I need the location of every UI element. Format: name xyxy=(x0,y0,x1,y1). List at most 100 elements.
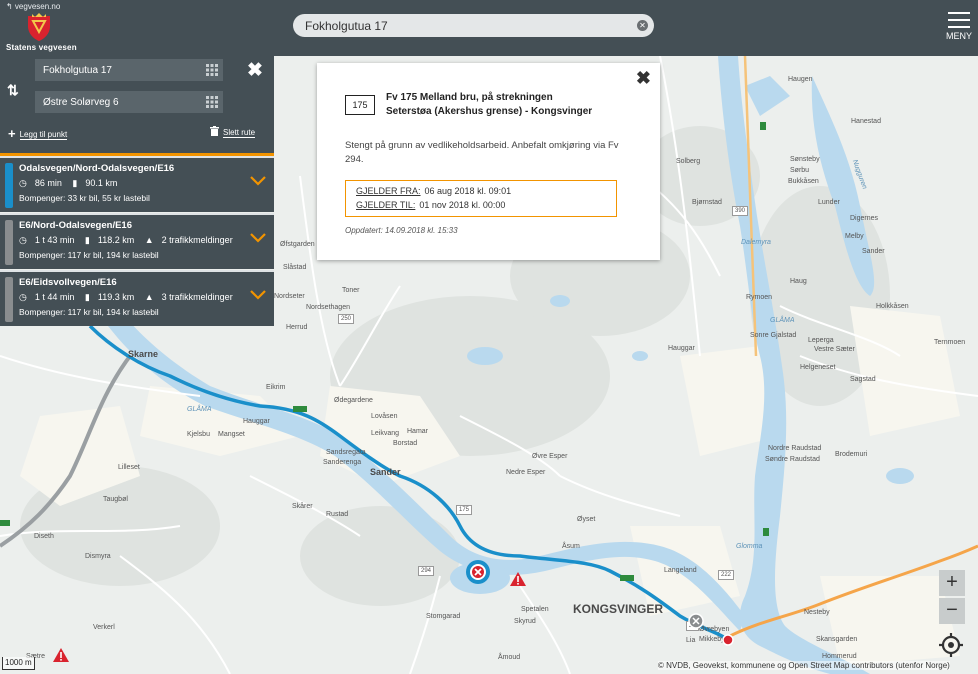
place-label: Slåstad xyxy=(283,264,307,271)
destination-marker-icon[interactable] xyxy=(722,634,734,646)
menu-icon-bar xyxy=(948,19,970,21)
place-label: Taugbøl xyxy=(103,496,128,503)
place-label: Øvre Esper xyxy=(532,453,568,460)
from-input[interactable] xyxy=(43,62,193,78)
map-icon: ▮ xyxy=(84,292,90,302)
menu-icon-bar xyxy=(948,26,970,28)
delete-route-label: Slett rute xyxy=(223,128,256,138)
to-input[interactable] xyxy=(43,94,193,110)
place-label: Sonre Gjalstad xyxy=(750,332,797,339)
place-label: Nordsethagen xyxy=(306,304,350,311)
from-field[interactable] xyxy=(35,59,223,81)
valid-from-label: GJELDER FRA: xyxy=(356,186,421,196)
vegvesen-link[interactable]: ↰ vegvesen.no xyxy=(6,2,60,11)
route-planner-panel: ⇅ ✖ +Legg til punkt Slett rute Odalsvege… xyxy=(0,56,274,326)
warning-icon[interactable] xyxy=(52,647,70,663)
place-label: Leperga xyxy=(808,337,834,344)
route-toll: Bompenger: 33 kr bil, 55 kr lastebil xyxy=(19,193,150,203)
clock-icon: ◷ xyxy=(19,292,27,302)
grid-icon[interactable] xyxy=(206,96,218,108)
place-label: Lilleset xyxy=(118,464,140,471)
place-label: Digernes xyxy=(850,215,879,222)
chevron-down-icon[interactable] xyxy=(250,290,266,300)
delete-route-button[interactable]: Slett rute xyxy=(210,126,256,138)
chevron-down-icon[interactable] xyxy=(250,176,266,186)
road-number-badge: 175 xyxy=(345,95,375,115)
place-label: Langeland xyxy=(664,567,697,574)
water-label: Glomma xyxy=(736,543,763,550)
route-option[interactable]: Odalsvegen/Nord-Odalsvegen/E16 ◷ 86 min ▮… xyxy=(0,156,274,212)
menu-button[interactable]: MENY xyxy=(944,10,976,44)
add-point-button[interactable]: + Legg til punkt xyxy=(8,126,68,141)
place-label: Stomgarad xyxy=(426,613,461,620)
valid-from-row: GJELDER FRA: 06 aug 2018 kl. 09:01 xyxy=(356,186,511,196)
place-label: Hamar xyxy=(407,428,429,435)
place-label: Helgeneset xyxy=(800,364,836,371)
place-label: Åmoud xyxy=(498,654,521,661)
place-label: Borstad xyxy=(393,440,418,447)
route-inputs: ⇅ ✖ +Legg til punkt Slett rute xyxy=(0,56,274,154)
valid-to-value: 01 nov 2018 kl. 00:00 xyxy=(419,200,506,210)
clock-icon: ◷ xyxy=(19,178,27,188)
chevron-down-icon[interactable] xyxy=(250,233,266,243)
route-name: E6/Nord-Odalsvegen/E16 xyxy=(19,220,132,231)
place-label: Hauggar xyxy=(243,418,270,425)
place-label: Sander xyxy=(862,248,885,255)
place-label: Spetalen xyxy=(521,606,549,613)
add-point-label: Legg til punkt xyxy=(19,130,68,140)
popup-description: Stengt på grunn av vedlikeholdsarbeid. A… xyxy=(345,140,619,165)
warning-icon[interactable] xyxy=(509,571,527,587)
place-label: Holkkåsen xyxy=(876,303,909,310)
route-distance: 119.3 km xyxy=(97,292,135,302)
map-attribution: © NVDB, Geovekst, kommunene og Open Stre… xyxy=(658,661,950,670)
add-icon: + xyxy=(8,126,16,141)
place-label: Skansgarden xyxy=(816,636,858,643)
road-closed-icon[interactable] xyxy=(465,559,491,585)
place-label: Ødegardene xyxy=(334,397,373,404)
place-label: Vestre Sæter xyxy=(814,346,855,353)
place-label: Hommerud xyxy=(822,653,857,660)
place-label: Mangset xyxy=(218,431,245,438)
warning-icon: ▲ xyxy=(144,292,154,302)
road-number: 175 xyxy=(456,505,473,515)
route-color-marker xyxy=(5,220,13,265)
route-option[interactable]: E6/Nord-Odalsvegen/E16 ◷ 1 t 43 min ▮ 118.… xyxy=(0,213,274,269)
route-option[interactable]: E6/Eidsvollvegen/E16 ◷ 1 t 44 min ▮ 119.3 … xyxy=(0,270,274,326)
grid-icon[interactable] xyxy=(206,64,218,76)
zoom-out-button[interactable]: − xyxy=(939,598,965,624)
place-label: Skyrud xyxy=(514,618,536,625)
search-box[interactable]: ✕ xyxy=(293,14,654,37)
water-label: GLÅMA xyxy=(770,317,795,324)
menu-icon xyxy=(948,12,970,14)
route-distance: 118.2 km xyxy=(97,235,135,245)
close-icon[interactable]: ✖ xyxy=(247,59,263,82)
place-label: Nedre Esper xyxy=(506,469,546,476)
route-distance: 90.1 km xyxy=(85,178,118,188)
route-warnings: 2 trafikkmeldinger xyxy=(161,235,233,245)
search-input[interactable] xyxy=(305,17,625,34)
place-label: Haug xyxy=(790,278,807,285)
zoom-in-button[interactable]: + xyxy=(939,570,965,596)
place-label: Haugen xyxy=(788,76,813,83)
waypoint-icon[interactable] xyxy=(688,613,704,629)
close-icon[interactable]: ✖ xyxy=(636,68,651,89)
place-label: Lovåsen xyxy=(371,413,398,420)
route-color-marker xyxy=(5,277,13,322)
place-label: Toner xyxy=(342,287,360,294)
route-stats: ◷ 86 min ▮ 90.1 km xyxy=(19,178,125,189)
place-label: Lunder xyxy=(818,199,840,206)
place-label: Verkerl xyxy=(93,624,115,631)
place-label: Leikvang xyxy=(371,430,400,437)
vegvesen-logo-icon[interactable] xyxy=(24,12,54,42)
place-label: Eikrim xyxy=(266,384,286,391)
to-field[interactable] xyxy=(35,91,223,113)
valid-from-value: 06 aug 2018 kl. 09:01 xyxy=(424,186,512,196)
place-label: Øyset xyxy=(577,516,596,523)
search-clear-icon[interactable]: ✕ xyxy=(637,20,648,31)
popup-title: Fv 175 Melland bru, på strekningen Seter… xyxy=(386,92,593,117)
locate-icon[interactable] xyxy=(938,632,964,658)
water-label: Dalemyra xyxy=(741,239,771,246)
place-label-sander: Sander xyxy=(370,467,401,477)
swap-icon[interactable]: ⇅ xyxy=(7,82,19,99)
place-label: Rustad xyxy=(326,511,349,518)
